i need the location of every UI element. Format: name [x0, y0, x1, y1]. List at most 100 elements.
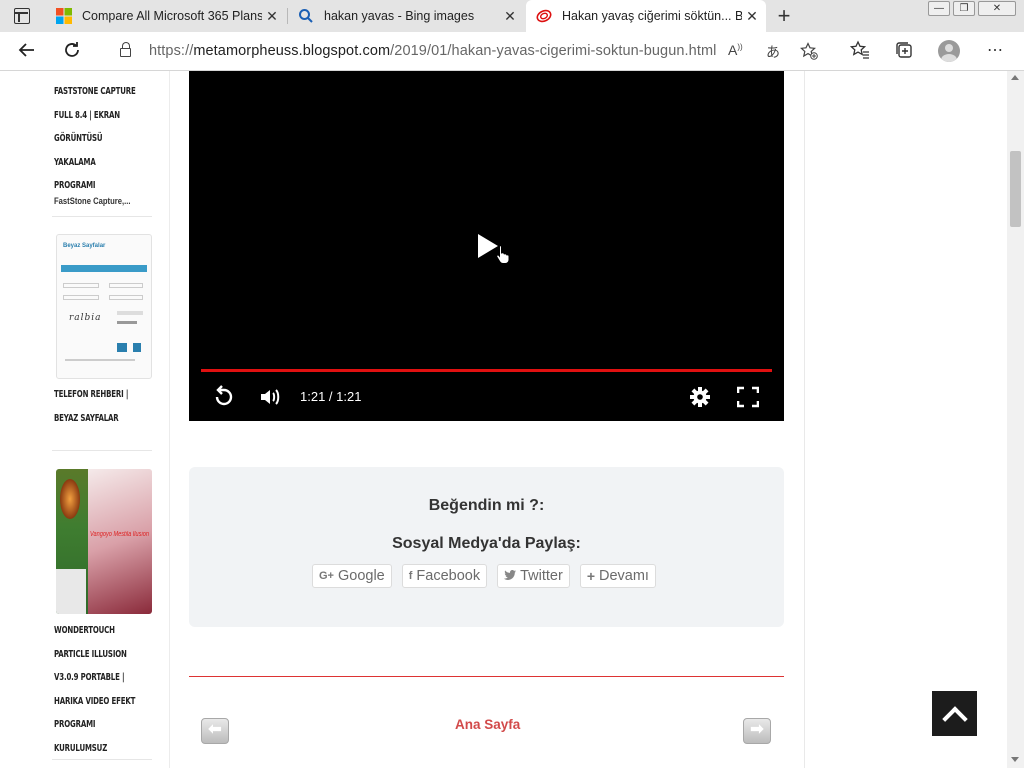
- sidebar-post-title[interactable]: FASTSTONE CAPTURE FULL 8.4 | EKRAN GÖRÜN…: [54, 80, 144, 198]
- divider: [52, 450, 152, 451]
- search-icon: [298, 8, 314, 24]
- url-bar[interactable]: https://metamorpheuss.blogspot.com/2019/…: [104, 36, 834, 66]
- right-column-border: [804, 71, 805, 768]
- title-line: TELEFON REHBERİ |: [54, 389, 129, 400]
- back-arrow-icon[interactable]: [16, 40, 38, 62]
- favorites-icon[interactable]: [849, 40, 871, 65]
- title-line: BEYAZ SAYFALAR: [54, 412, 119, 424]
- translate-icon[interactable]: あ: [766, 42, 780, 62]
- url-text[interactable]: https://metamorpheuss.blogspot.com/2019/…: [149, 43, 716, 59]
- divider: [52, 759, 152, 760]
- tab-actions-menu-icon[interactable]: [14, 8, 30, 24]
- thumbnail-line: [65, 359, 135, 361]
- share-button-label: Facebook: [416, 568, 481, 584]
- tab-strip: Compare All Microsoft 365 Plans ✕ hakan …: [0, 0, 1024, 32]
- title-line: FULL 8.4 | EKRAN: [54, 109, 120, 121]
- thumbnail-captcha: ralbia: [69, 313, 102, 323]
- like-question: Beğendin mi ?:: [428, 497, 545, 514]
- thumbnail-field: [109, 295, 143, 300]
- google-plus-icon: G+: [319, 570, 334, 582]
- tab-microsoft-365[interactable]: Compare All Microsoft 365 Plans ✕: [46, 0, 286, 32]
- thumbnail-line: [61, 271, 147, 272]
- twitter-icon: [504, 568, 517, 584]
- share-button-label: Devamı: [599, 568, 649, 584]
- share-title: Sosyal Medya'da Paylaş:: [392, 535, 581, 552]
- sidebar-popular-posts: FASTSTONE CAPTURE FULL 8.4 | EKRAN GÖRÜN…: [38, 71, 170, 768]
- post-thumbnail-particle-illusion[interactable]: Vangoyo Mestila Ilusion: [56, 469, 152, 614]
- scrollbar-thumb[interactable]: [1010, 151, 1021, 227]
- tab-title: Hakan yavaş ciğerimi söktün... Bu: [562, 9, 742, 23]
- close-tab-icon[interactable]: ✕: [500, 8, 520, 25]
- url-scheme: https://: [149, 43, 194, 59]
- next-post-button[interactable]: ➡: [743, 718, 771, 744]
- share-button-label: Twitter: [520, 568, 563, 584]
- new-tab-button[interactable]: +: [772, 3, 796, 29]
- tab-hakan-yavas-active[interactable]: Hakan yavaş ciğerimi söktün... Bu ✕: [526, 0, 766, 32]
- sidebar-post-title[interactable]: WONDERTOUCH PARTICLE ILLUSION V3.0.9 POR…: [54, 619, 144, 760]
- thumbnail-button: [117, 343, 127, 352]
- scroll-up-arrow-icon[interactable]: [1011, 75, 1019, 80]
- title-line: V3.0.9 PORTABLE |: [54, 672, 125, 683]
- thumbnail-field: [109, 283, 143, 288]
- title-line: GÖRÜNTÜSÜ YAKALAMA: [54, 133, 103, 168]
- share-google-button[interactable]: G+ Google: [312, 564, 392, 588]
- thumbnail-field: [63, 283, 99, 288]
- microsoft-logo-icon: [56, 8, 72, 24]
- thumbnail-header: Beyaz Sayfalar: [63, 243, 106, 249]
- close-tab-icon[interactable]: ✕: [262, 8, 282, 25]
- share-facebook-button[interactable]: f Facebook: [401, 564, 488, 588]
- page-scrollbar[interactable]: [1007, 71, 1024, 768]
- share-twitter-button[interactable]: Twitter: [497, 564, 570, 588]
- thumbnail-title: Vangoyo Mestila Ilusion: [90, 531, 149, 538]
- section-divider: [189, 676, 784, 677]
- video-player[interactable]: 1:21 / 1:21: [189, 71, 784, 421]
- profile-avatar[interactable]: [938, 40, 960, 62]
- back-to-top-button[interactable]: [932, 691, 977, 736]
- scroll-down-arrow-icon[interactable]: [1011, 757, 1019, 762]
- volume-icon[interactable]: [259, 385, 281, 414]
- share-box: Beğendin mi ?: Sosyal Medya'da Paylaş: G…: [189, 467, 784, 627]
- hand-cursor-icon: [496, 244, 510, 264]
- plus-icon: +: [586, 568, 595, 584]
- thumbnail-flame: [60, 479, 80, 519]
- title-line: PROGRAMI: [54, 180, 96, 191]
- share-more-button[interactable]: + Devamı: [579, 564, 656, 588]
- tab-title: hakan yavas - Bing images: [324, 9, 475, 23]
- refresh-icon[interactable]: [61, 40, 83, 62]
- thumbnail-field: [117, 321, 137, 324]
- title-line: HARIKA VIDEO EFEKT: [54, 695, 136, 707]
- title-line: WONDERTOUCH: [54, 625, 115, 636]
- facebook-icon: f: [408, 570, 413, 582]
- close-window-button[interactable]: ✕: [978, 1, 1016, 16]
- minimize-button[interactable]: —: [928, 1, 950, 16]
- address-toolbar: https://metamorpheuss.blogspot.com/2019/…: [0, 32, 1024, 71]
- fullscreen-icon[interactable]: [736, 385, 760, 414]
- settings-gear-icon[interactable]: [689, 385, 711, 414]
- add-favorite-icon[interactable]: [800, 42, 818, 63]
- tab-bing-images[interactable]: hakan yavas - Bing images ✕: [288, 0, 524, 32]
- share-buttons: G+ Google f Facebook Twitter + Devamı: [312, 564, 656, 588]
- restore-button[interactable]: ❐: [953, 1, 975, 16]
- sidebar-post-title[interactable]: TELEFON REHBERİ | BEYAZ SAYFALAR: [54, 383, 144, 430]
- video-progress-bar[interactable]: [201, 369, 772, 372]
- thumbnail-field: [117, 311, 143, 315]
- divider: [52, 216, 152, 217]
- previous-post-button[interactable]: ⬅: [201, 718, 229, 744]
- title-line: FASTSTONE CAPTURE: [54, 86, 136, 97]
- blogspot-icon: [536, 8, 552, 24]
- title-line: PARTICLE ILLUSION: [54, 648, 127, 660]
- replay-icon[interactable]: [213, 385, 235, 414]
- title-line: PROGRAMI KURULUMSUZ: [54, 719, 108, 754]
- post-thumbnail-telefon-rehberi[interactable]: Beyaz Sayfalar ralbia: [56, 234, 152, 379]
- collections-icon[interactable]: [893, 40, 915, 65]
- thumbnail-box-front: [88, 469, 152, 614]
- web-page: FASTSTONE CAPTURE FULL 8.4 | EKRAN GÖRÜN…: [0, 71, 1007, 768]
- url-host: metamorpheuss.blogspot.com: [193, 43, 391, 59]
- lock-icon[interactable]: [120, 42, 131, 57]
- settings-menu-icon[interactable]: ⋯: [984, 40, 1006, 60]
- thumbnail-box-bottom: [56, 569, 86, 614]
- read-aloud-icon[interactable]: A)): [728, 42, 743, 58]
- close-tab-icon[interactable]: ✕: [742, 8, 762, 25]
- video-time: 1:21 / 1:21: [300, 389, 362, 404]
- home-link[interactable]: Ana Sayfa: [455, 717, 520, 732]
